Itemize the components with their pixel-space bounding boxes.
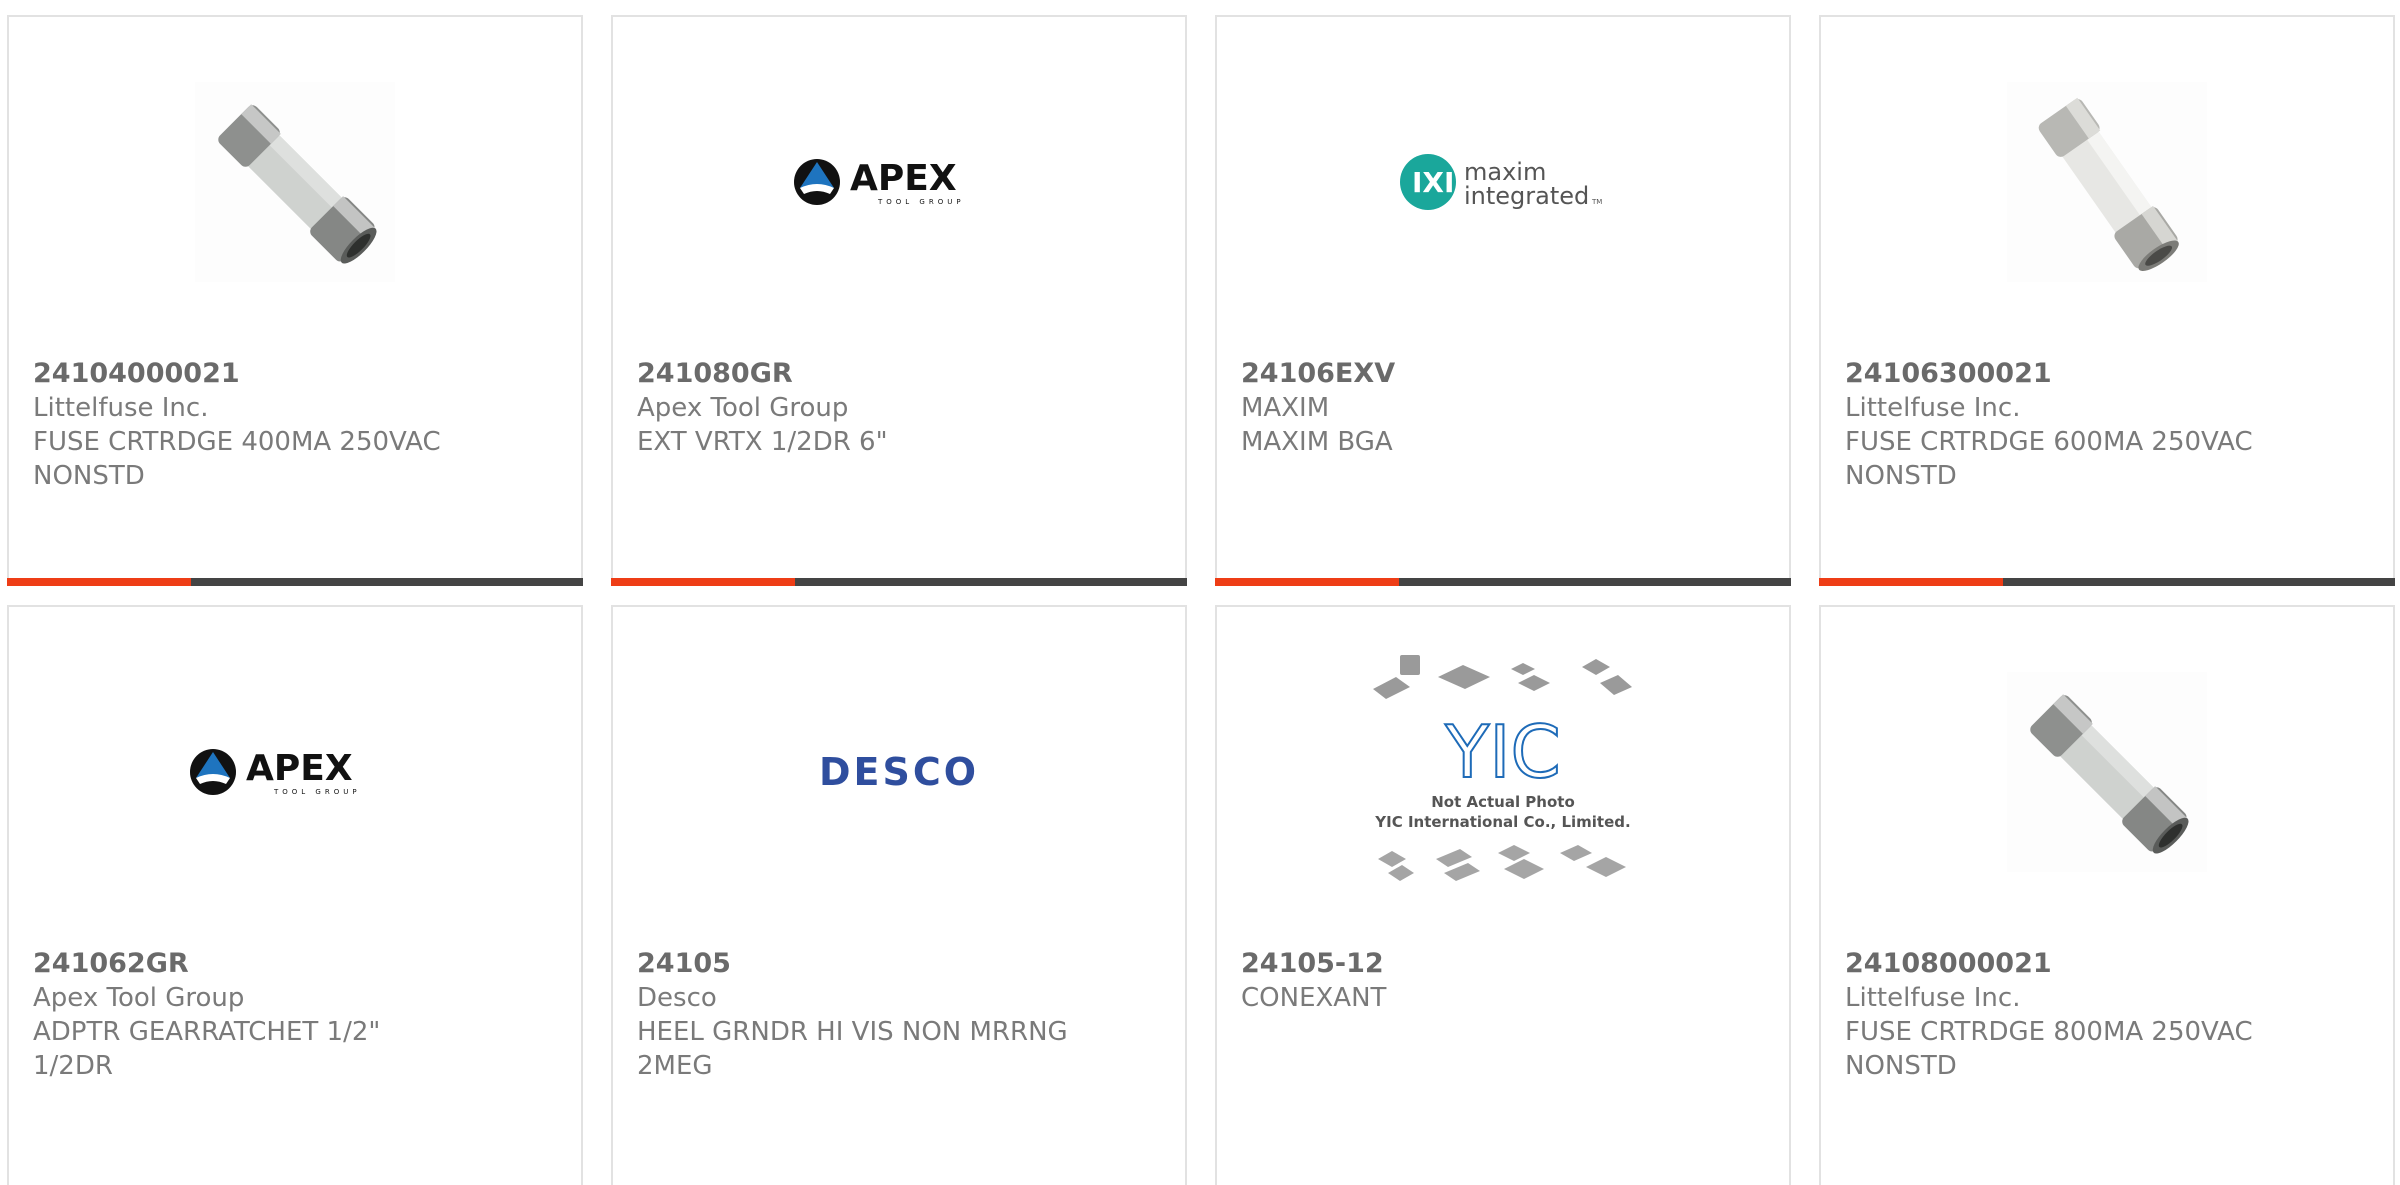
placeholder-note: YIC International Co., Limited.: [1374, 813, 1630, 831]
description: HEEL GRNDR HI VIS NON MRRNG: [637, 1017, 1068, 1047]
product-info: 24106EXV MAXIM MAXIM BGA: [1241, 357, 1765, 459]
manufacturer: Littelfuse Inc.: [33, 393, 209, 423]
manufacturer: MAXIM: [1241, 393, 1330, 423]
product-image[interactable]: [9, 57, 581, 307]
desco-logo: DESCO: [819, 750, 979, 794]
product-image[interactable]: DESCO: [613, 647, 1185, 897]
part-number[interactable]: 241062GR: [33, 947, 557, 981]
product-card[interactable]: DESCO 24105 Desco HEEL GRNDR HI VIS NON …: [611, 605, 1187, 1185]
part-number[interactable]: 24105: [637, 947, 1161, 981]
logo-text: APEX: [246, 748, 353, 789]
manufacturer: Littelfuse Inc.: [1845, 393, 2021, 423]
product-info: 24105 Desco HEEL GRNDR HI VIS NON MRRNG …: [637, 947, 1161, 1083]
manufacturer: CONEXANT: [1241, 983, 1387, 1013]
product-card[interactable]: 24106300021 Littelfuse Inc. FUSE CRTRDGE…: [1819, 15, 2395, 586]
product-card[interactable]: 24108000021 Littelfuse Inc. FUSE CRTRDGE…: [1819, 605, 2395, 1185]
part-number[interactable]: 24106EXV: [1241, 357, 1765, 391]
bar-accent: [7, 578, 191, 586]
fuse-icon: [2007, 672, 2207, 872]
product-image[interactable]: IXI maxim integrated TM: [1217, 57, 1789, 307]
card-bottom-bar: [1819, 578, 2395, 586]
description: ADPTR GEARRATCHET 1/2": [33, 1017, 381, 1047]
logo-text: YIC: [1444, 710, 1561, 794]
card-bottom-bar: [1215, 578, 1791, 586]
product-card[interactable]: YIC Not Actual Photo YIC International C…: [1215, 605, 1791, 1185]
maxim-logo: IXI maxim integrated TM: [1400, 154, 1602, 210]
product-card[interactable]: APEX TOOL GROUP 241062GR Apex Tool Group…: [7, 605, 583, 1185]
part-number[interactable]: 24108000021: [1845, 947, 2369, 981]
logo-sub: TOOL GROUP: [877, 198, 965, 206]
manufacturer: Apex Tool Group: [637, 393, 849, 423]
description: EXT VRTX 1/2DR 6": [637, 427, 888, 457]
logo-text: DESCO: [819, 750, 979, 794]
description: FUSE CRTRDGE 600MA 250VAC: [1845, 427, 2253, 457]
product-info: 24104000021 Littelfuse Inc. FUSE CRTRDGE…: [33, 357, 557, 493]
description-cont: NONSTD: [33, 461, 145, 491]
description-cont: NONSTD: [1845, 1051, 1957, 1081]
chip-icons-bottom: [1378, 845, 1626, 881]
manufacturer: Littelfuse Inc.: [1845, 983, 2021, 1013]
chip-icons-top: [1373, 655, 1632, 699]
apex-logo: APEX TOOL GROUP: [794, 158, 965, 206]
logo-tm: TM: [1591, 198, 1602, 206]
manufacturer: Desco: [637, 983, 717, 1013]
part-number[interactable]: 241080GR: [637, 357, 1161, 391]
description-cont: 1/2DR: [33, 1051, 113, 1081]
svg-text:IXI: IXI: [1412, 166, 1454, 199]
logo-sub: TOOL GROUP: [273, 788, 361, 796]
logo-text: integrated: [1464, 182, 1589, 210]
apex-logo: APEX TOOL GROUP: [190, 748, 361, 796]
product-info: 24108000021 Littelfuse Inc. FUSE CRTRDGE…: [1845, 947, 2369, 1083]
yic-placeholder: YIC Not Actual Photo YIC International C…: [1373, 655, 1632, 881]
fuse-icon: [195, 82, 395, 282]
description: FUSE CRTRDGE 800MA 250VAC: [1845, 1017, 2253, 1047]
part-number[interactable]: 24105-12: [1241, 947, 1765, 981]
product-grid: 24104000021 Littelfuse Inc. FUSE CRTRDGE…: [0, 0, 2400, 1185]
product-image[interactable]: [1821, 647, 2393, 897]
bar-accent: [611, 578, 795, 586]
fuse-icon: [2007, 82, 2207, 282]
product-image[interactable]: APEX TOOL GROUP: [613, 57, 1185, 307]
product-image[interactable]: APEX TOOL GROUP: [9, 647, 581, 897]
product-info: 24105-12 CONEXANT: [1241, 947, 1765, 1015]
description: FUSE CRTRDGE 400MA 250VAC: [33, 427, 441, 457]
bar-accent: [1215, 578, 1399, 586]
product-card[interactable]: IXI maxim integrated TM 24106EXV MAXIM M…: [1215, 15, 1791, 586]
product-info: 241062GR Apex Tool Group ADPTR GEARRATCH…: [33, 947, 557, 1083]
product-card[interactable]: 24104000021 Littelfuse Inc. FUSE CRTRDGE…: [7, 15, 583, 586]
logo-text: APEX: [850, 158, 957, 199]
product-card[interactable]: APEX TOOL GROUP 241080GR Apex Tool Group…: [611, 15, 1187, 586]
description-cont: 2MEG: [637, 1051, 713, 1081]
manufacturer: Apex Tool Group: [33, 983, 245, 1013]
description: MAXIM BGA: [1241, 427, 1393, 457]
card-bottom-bar: [611, 578, 1187, 586]
card-bottom-bar: [7, 578, 583, 586]
product-image[interactable]: YIC Not Actual Photo YIC International C…: [1217, 647, 1789, 897]
product-info: 24106300021 Littelfuse Inc. FUSE CRTRDGE…: [1845, 357, 2369, 493]
description-cont: NONSTD: [1845, 461, 1957, 491]
product-image[interactable]: [1821, 57, 2393, 307]
product-info: 241080GR Apex Tool Group EXT VRTX 1/2DR …: [637, 357, 1161, 459]
part-number[interactable]: 24104000021: [33, 357, 557, 391]
bar-accent: [1819, 578, 2003, 586]
part-number[interactable]: 24106300021: [1845, 357, 2369, 391]
placeholder-note: Not Actual Photo: [1431, 793, 1575, 811]
